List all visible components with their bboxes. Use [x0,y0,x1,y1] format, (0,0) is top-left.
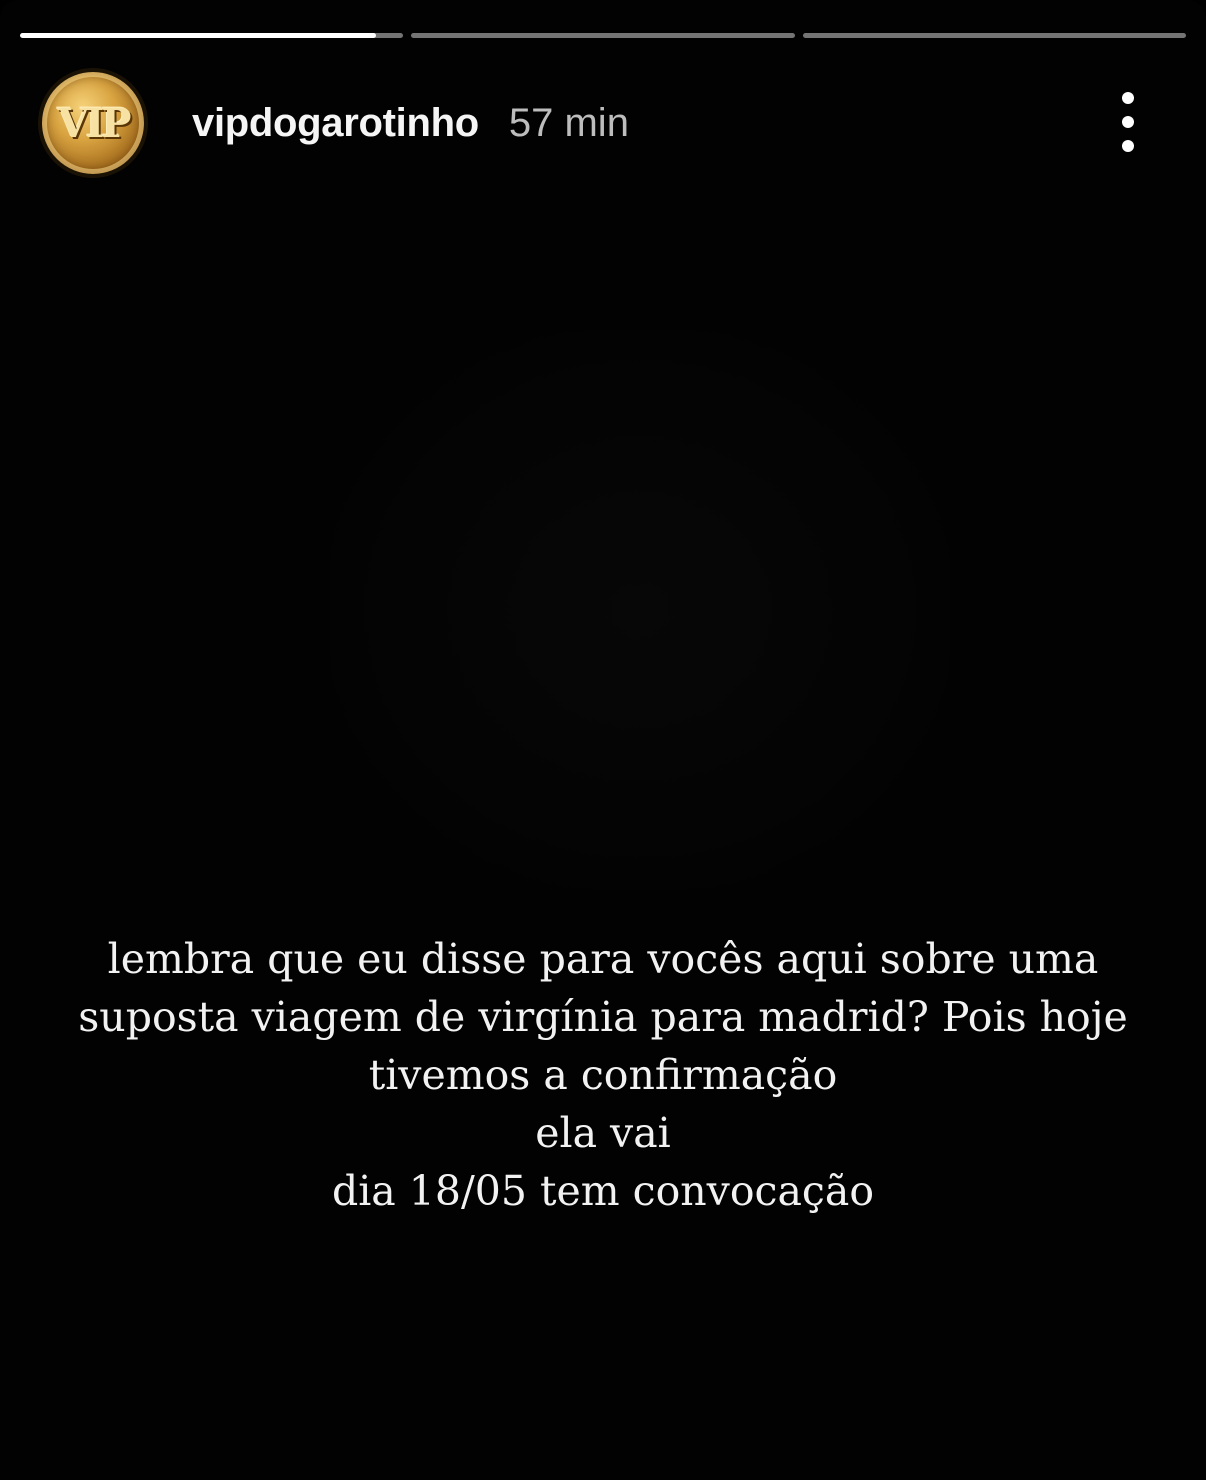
story-caption: lembra que eu disse para vocês aqui sobr… [40,930,1166,1220]
username[interactable]: vipdogarotinho [192,101,479,146]
avatar[interactable]: VIP [38,68,148,178]
progress-segment [411,33,795,38]
more-dot [1122,92,1134,104]
progress-segment [802,33,1186,38]
more-options-icon[interactable] [1110,92,1146,152]
story-header: VIP vipdogarotinho 57 min [38,68,1146,178]
caption-line: lembra que eu disse para vocês aqui sobr… [107,935,1099,983]
avatar-logo-text: VIP [57,99,132,147]
story-viewer[interactable]: VIP vipdogarotinho 57 min lembra que eu … [0,0,1206,1480]
story-progress-bar [20,33,1186,38]
caption-line: suposta viagem de virgínia para madrid? … [78,993,1128,1041]
post-time: 57 min [508,100,629,145]
more-dot [1122,140,1134,152]
caption-line: dia 18/05 tem convocação [331,1167,875,1215]
progress-segment [20,33,404,38]
progress-fill [20,33,377,38]
more-dot [1122,116,1134,128]
caption-line: tivemos a confirmação [368,1051,838,1099]
caption-line: ela vai [535,1109,671,1157]
